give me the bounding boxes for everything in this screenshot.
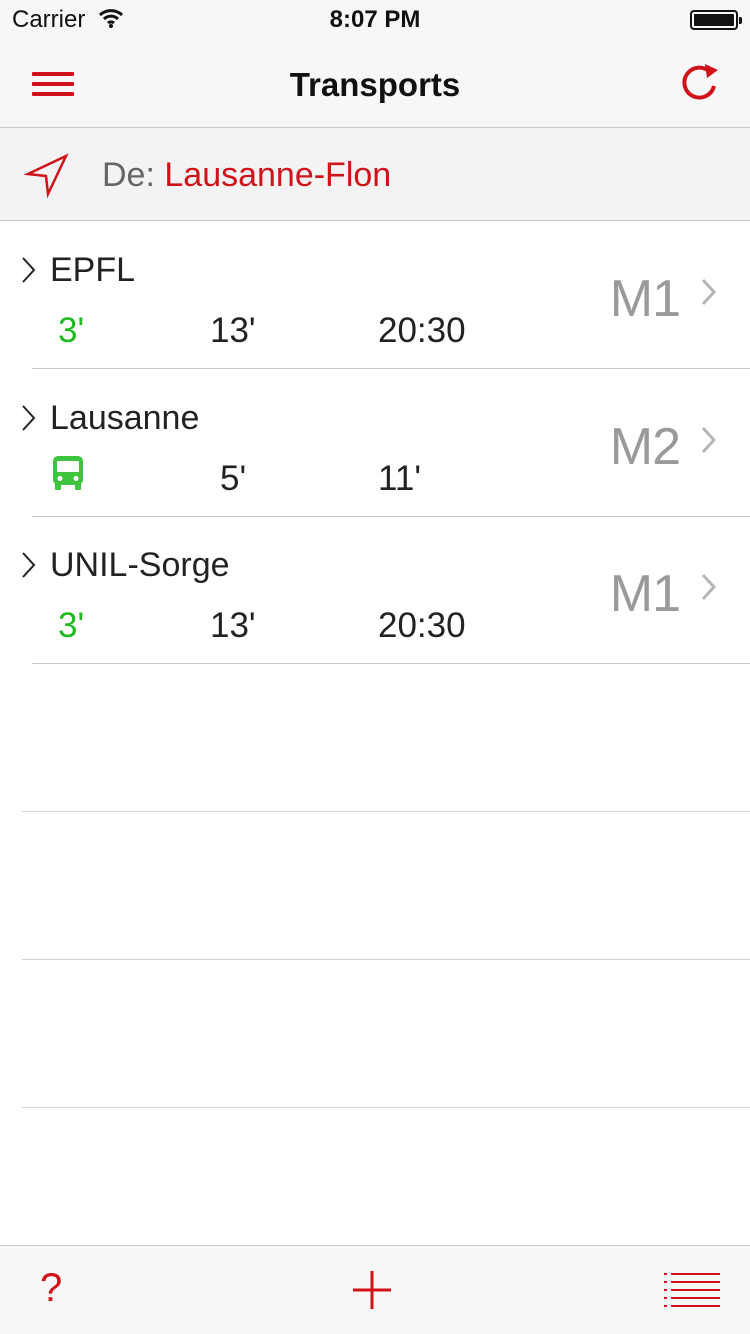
departure-time-2: 13' bbox=[210, 606, 256, 645]
expand-chevron-icon[interactable] bbox=[20, 403, 38, 433]
departure-time-3: 20:30 bbox=[378, 311, 466, 350]
bottom-toolbar: ? bbox=[0, 1245, 750, 1334]
refresh-icon bbox=[682, 64, 718, 100]
line-code: M2 bbox=[609, 418, 681, 476]
empty-row-separator bbox=[22, 811, 750, 812]
disclosure-chevron-icon bbox=[701, 426, 717, 454]
destination-name: Lausanne bbox=[50, 399, 200, 437]
plus-icon bbox=[353, 1271, 391, 1309]
from-prefix: De: bbox=[102, 156, 155, 194]
page-title: Transports bbox=[289, 66, 461, 103]
battery-icon bbox=[690, 10, 742, 30]
row-separator bbox=[32, 663, 750, 664]
departure-time-2: 13' bbox=[210, 311, 256, 350]
disclosure-chevron-icon bbox=[701, 278, 717, 306]
disclosure-chevron-icon bbox=[701, 573, 717, 601]
empty-row-separator bbox=[22, 1107, 750, 1108]
list-button[interactable] bbox=[664, 1272, 720, 1308]
destination-name: UNIL-Sorge bbox=[50, 546, 230, 584]
departure-station-selector[interactable]: De: Lausanne-Flon bbox=[0, 128, 750, 221]
departure-time-3: 20:30 bbox=[378, 606, 466, 645]
refresh-button[interactable] bbox=[674, 58, 724, 108]
destination-row-epfl[interactable]: EPFL 3' 13' 20:30 M1 bbox=[0, 221, 750, 369]
navigation-bar: Transports bbox=[0, 40, 750, 128]
add-destination-button[interactable] bbox=[353, 1271, 391, 1309]
destination-row-unil-sorge[interactable]: UNIL-Sorge 3' 13' 20:30 M1 bbox=[0, 516, 750, 664]
departure-time-3: 11' bbox=[378, 459, 422, 498]
bus-arriving-icon bbox=[53, 456, 83, 490]
status-time: 8:07 PM bbox=[329, 6, 421, 33]
line-code: M1 bbox=[609, 270, 681, 328]
destination-name: EPFL bbox=[50, 251, 136, 289]
empty-row-separator bbox=[22, 959, 750, 960]
line-code: M1 bbox=[609, 565, 681, 623]
destination-row-lausanne[interactable]: Lausanne 5' 11' M2 bbox=[0, 369, 750, 517]
list-icon bbox=[664, 1273, 720, 1307]
status-bar: Carrier 8:07 PM bbox=[0, 0, 750, 40]
expand-chevron-icon[interactable] bbox=[20, 255, 38, 285]
departure-time-1: 3' bbox=[58, 311, 85, 350]
departure-time-2: 5' bbox=[220, 459, 247, 498]
from-label: De: Lausanne-Flon bbox=[102, 156, 391, 195]
from-station: Lausanne-Flon bbox=[164, 156, 392, 194]
help-button[interactable]: ? bbox=[40, 1266, 62, 1311]
departure-time-1: 3' bbox=[58, 606, 85, 645]
location-arrow-icon bbox=[24, 153, 69, 198]
expand-chevron-icon[interactable] bbox=[20, 550, 38, 580]
